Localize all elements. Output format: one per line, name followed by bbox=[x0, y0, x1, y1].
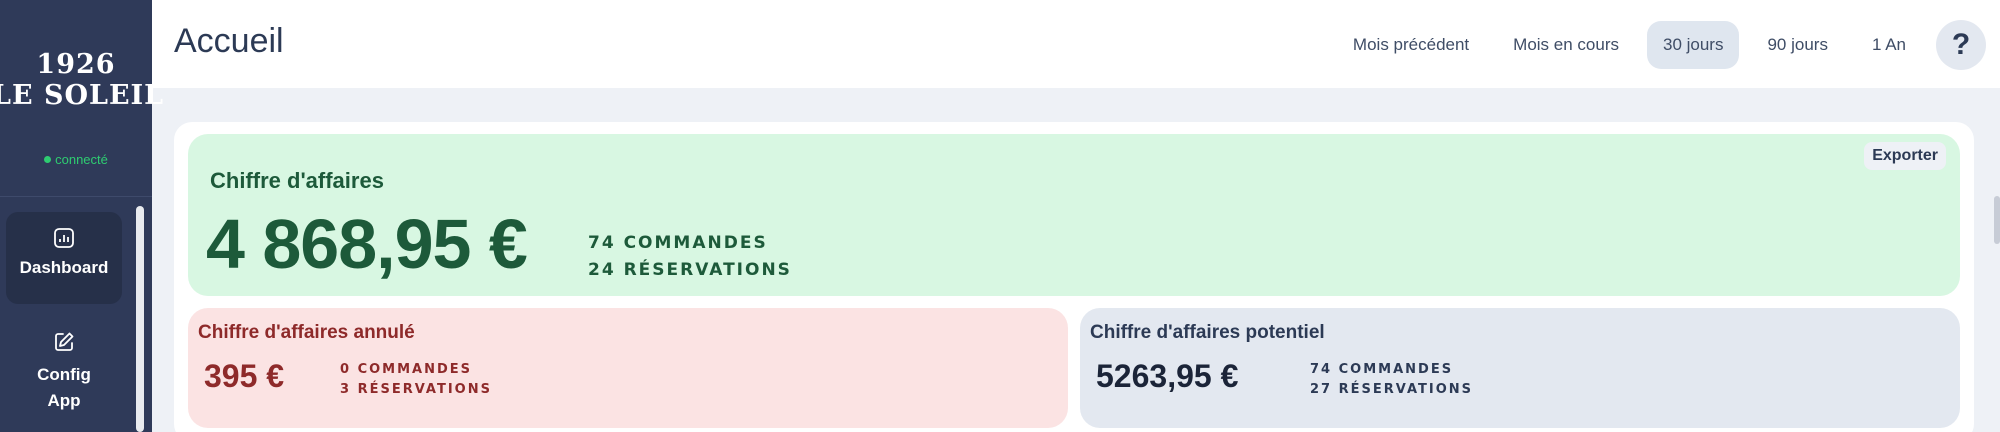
help-button[interactable]: ? bbox=[1936, 20, 1986, 70]
dashboard-panel: Chiffre d'affaires Exporter 4 868,95 € 7… bbox=[174, 122, 1974, 432]
potential-title: Chiffre d'affaires potentiel bbox=[1090, 322, 1325, 343]
sidebar-item-dashboard[interactable]: Dashboard bbox=[6, 212, 122, 304]
cancelled-revenue-card: Chiffre d'affaires annulé 395 € 0 COMMAN… bbox=[188, 308, 1068, 428]
export-button[interactable]: Exporter bbox=[1864, 142, 1946, 170]
sidebar-item-label: Config bbox=[37, 365, 91, 384]
status-text: connecté bbox=[55, 152, 108, 167]
revenue-orders: 74 COMMANDES bbox=[588, 233, 768, 253]
tab-30-jours[interactable]: 30 jours bbox=[1646, 21, 1740, 69]
potential-reservations: 27 RÉSERVATIONS bbox=[1310, 382, 1473, 397]
cancelled-counts: 0 COMMANDES 3 RÉSERVATIONS bbox=[340, 360, 492, 400]
cancelled-orders: 0 COMMANDES bbox=[340, 362, 473, 377]
cancelled-amount: 395 € bbox=[204, 358, 285, 394]
brand-logo: 1926 LE SOLEIL bbox=[0, 49, 165, 112]
sidebar-scrollbar[interactable] bbox=[136, 206, 144, 432]
revenue-card: Chiffre d'affaires Exporter 4 868,95 € 7… bbox=[188, 134, 1960, 296]
status-dot-icon bbox=[44, 156, 52, 163]
connection-status: connecté bbox=[0, 152, 152, 167]
cancelled-title: Chiffre d'affaires annulé bbox=[198, 322, 415, 343]
sidebar: 1926 LE SOLEIL connecté Dashboard Config… bbox=[0, 0, 165, 432]
page-scrollbar[interactable] bbox=[1994, 196, 2000, 244]
page-title: Accueil bbox=[174, 22, 284, 60]
potential-orders: 74 COMMANDES bbox=[1310, 362, 1454, 377]
sidebar-item-config-app[interactable]: Config App bbox=[6, 320, 122, 432]
revenue-title: Chiffre d'affaires bbox=[210, 168, 384, 193]
revenue-counts: 74 COMMANDES 24 RÉSERVATIONS bbox=[588, 230, 792, 284]
cancelled-reservations: 3 RÉSERVATIONS bbox=[340, 382, 492, 397]
edit-icon bbox=[55, 332, 74, 351]
period-tabs: Mois précédent Mois en cours 30 jours 90… bbox=[1325, 20, 1986, 70]
potential-revenue-card: Chiffre d'affaires potentiel 5263,95 € 7… bbox=[1080, 308, 1960, 428]
revenue-amount: 4 868,95 € bbox=[206, 205, 528, 283]
revenue-reservations: 24 RÉSERVATIONS bbox=[588, 260, 792, 280]
potential-amount: 5263,95 € bbox=[1096, 358, 1239, 394]
tab-90-jours[interactable]: 90 jours bbox=[1751, 21, 1843, 69]
tab-mois-en-cours[interactable]: Mois en cours bbox=[1497, 21, 1635, 69]
potential-counts: 74 COMMANDES 27 RÉSERVATIONS bbox=[1310, 360, 1473, 400]
nav-divider bbox=[0, 196, 152, 197]
brand-line2: LE SOLEIL bbox=[0, 80, 165, 111]
tab-mois-precedent[interactable]: Mois précédent bbox=[1337, 21, 1485, 69]
sidebar-item-label: Dashboard bbox=[19, 258, 109, 277]
brand-line1: 1926 bbox=[36, 49, 116, 80]
top-header: Accueil Mois précédent Mois en cours 30 … bbox=[152, 0, 2000, 88]
sidebar-item-label-line2: App bbox=[47, 391, 81, 410]
tab-1-an[interactable]: 1 An bbox=[1856, 21, 1922, 69]
chart-icon bbox=[54, 228, 74, 248]
